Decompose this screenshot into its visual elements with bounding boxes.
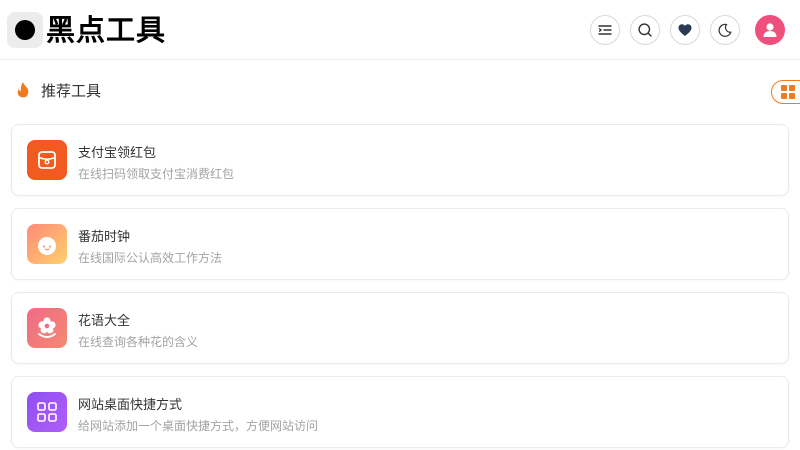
tool-description: 在线扫码领取支付宝消费红包 [78, 167, 235, 181]
dark-mode-button[interactable] [710, 15, 740, 45]
tool-card[interactable]: 番茄时钟 在线国际公认高效工作方法 [11, 208, 789, 280]
tool-title: 网站桌面快捷方式 [78, 398, 183, 413]
tool-description: 在线查询各种花的含义 [78, 335, 199, 349]
search-button[interactable] [630, 15, 660, 45]
section-title: 推荐工具 [41, 81, 102, 100]
heart-icon [678, 24, 692, 36]
tool-card[interactable]: 花语大全 在线查询各种花的含义 [11, 292, 789, 364]
tool-card[interactable]: 支付宝领红包 在线扫码领取支付宝消费红包 [11, 124, 789, 196]
tool-description: 给网站添加一个桌面快捷方式，方便网站访问 [78, 419, 319, 433]
tomato-icon [27, 224, 67, 264]
logo-mark-icon [7, 12, 43, 48]
tool-title: 支付宝领红包 [78, 146, 157, 161]
top-header: 黑点工具 [0, 0, 800, 60]
favorites-button[interactable] [670, 15, 700, 45]
user-icon [763, 23, 777, 37]
user-avatar[interactable] [755, 15, 785, 45]
site-logo[interactable]: 黑点工具 [7, 12, 166, 48]
tool-title: 花语大全 [78, 314, 131, 329]
moon-icon [718, 23, 732, 37]
red-packet-icon [27, 140, 67, 180]
flower-icon [27, 308, 67, 348]
section-header: 推荐工具 [15, 78, 101, 102]
layout-toggle-button[interactable] [771, 80, 800, 104]
menu-indent-icon [598, 25, 612, 35]
logo-text: 黑点工具 [46, 13, 167, 47]
tool-description: 在线国际公认高效工作方法 [78, 251, 223, 265]
tool-title: 番茄时钟 [78, 230, 131, 245]
search-icon [638, 23, 652, 37]
grid-icon [781, 85, 795, 99]
menu-toggle-button[interactable] [590, 15, 620, 45]
fire-icon [17, 82, 29, 98]
shortcut-icon [27, 392, 67, 432]
tool-card[interactable]: 网站桌面快捷方式 给网站添加一个桌面快捷方式，方便网站访问 [11, 376, 789, 448]
